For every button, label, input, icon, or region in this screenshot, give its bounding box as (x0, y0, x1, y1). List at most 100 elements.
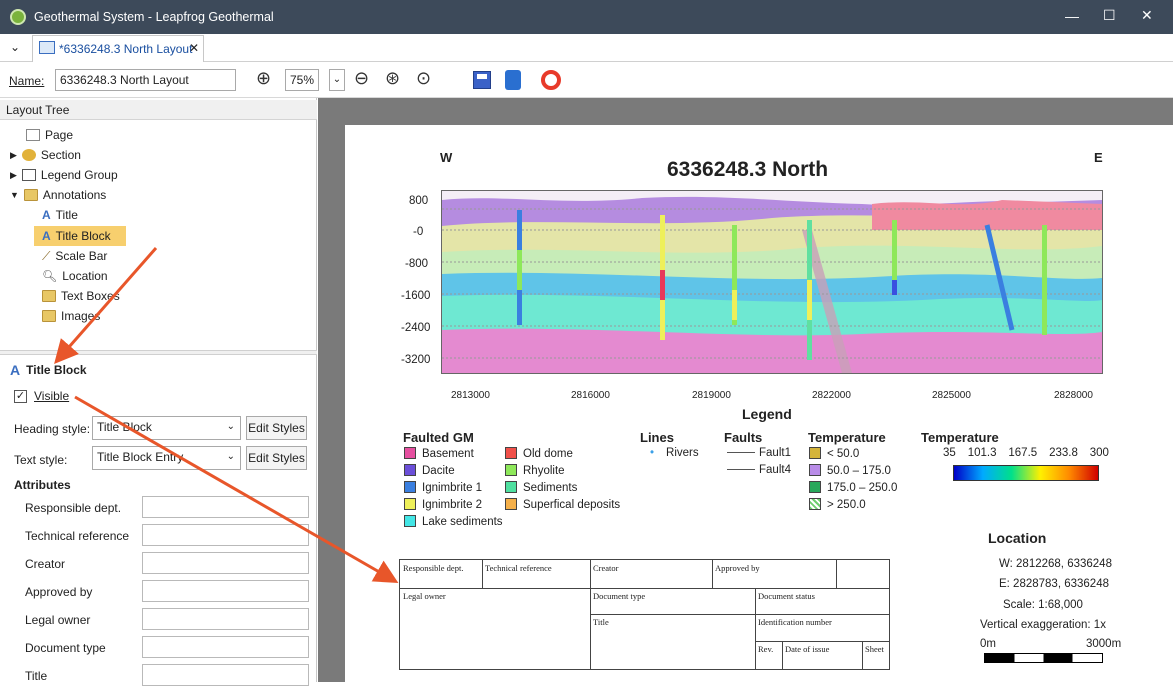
y-tick: -0 (413, 226, 424, 238)
legend-icon (21, 169, 36, 181)
tab-layout[interactable]: *6336248.3 North Layout ✕ (32, 35, 204, 62)
text-style-label: Text style: (14, 453, 68, 467)
layout-icon (39, 41, 55, 54)
close-window-icon[interactable]: ✕ (1141, 7, 1153, 24)
attr-input-approved[interactable] (142, 580, 309, 602)
tree-item-page[interactable]: Page (26, 125, 73, 145)
x-tick: 2822000 (812, 390, 851, 401)
y-tick: -800 (405, 258, 429, 270)
attr-input-creator[interactable] (142, 552, 309, 574)
tb-document-status: Document status (758, 591, 815, 601)
tree-item-title[interactable]: A Title (42, 205, 78, 225)
layout-tree-header: Layout Tree (0, 100, 317, 120)
tb-title: Title (593, 617, 609, 627)
attr-label-creator: Creator (25, 557, 66, 571)
minimize-icon[interactable]: — (1065, 8, 1079, 24)
tab-close-icon[interactable]: ✕ (189, 41, 199, 55)
temp-scale-title: Temperature (921, 430, 999, 445)
tree-item-section[interactable]: ▶ Section (10, 145, 81, 165)
attr-input-legal-owner[interactable] (142, 608, 309, 630)
location-w: W: 2812268, 6336248 (999, 558, 1112, 570)
swatch (404, 447, 416, 459)
legend-item: Old dome (505, 447, 573, 460)
tree-item-text-boxes[interactable]: Text Boxes (42, 286, 120, 306)
legend-title: Legend (742, 406, 792, 422)
temp-scale-ticks: 35 101.3 167.5 233.8 300 (943, 447, 1109, 459)
export-icon[interactable] (505, 70, 521, 90)
chevron-down-icon: ⌄ (226, 421, 235, 432)
splitter[interactable] (0, 350, 317, 355)
attr-input-document-type[interactable] (142, 636, 309, 658)
title-block: Responsible dept. Technical reference Cr… (399, 559, 890, 670)
tb-rev: Rev. (758, 644, 774, 654)
expand-icon[interactable]: ▶ (10, 150, 17, 161)
props-title: A Title Block (10, 362, 87, 378)
fault-line-icon (727, 452, 755, 453)
attr-input-title[interactable] (142, 664, 309, 686)
name-label: Name: (9, 74, 45, 88)
tree-item-legend-group[interactable]: ▶ Legend Group (10, 165, 118, 185)
zoom-fit-icon[interactable]: ⊙ (416, 68, 431, 89)
maximize-icon[interactable]: ☐ (1103, 7, 1116, 24)
zoom-select[interactable]: 75% (285, 69, 319, 91)
swatch (404, 515, 416, 527)
y-tick: -2400 (401, 322, 431, 334)
app-logo-icon (10, 9, 26, 25)
legend-item: > 250.0 (809, 498, 866, 511)
zoom-dropdown-icon[interactable]: ⌄ (329, 69, 345, 91)
tb-date-issue: Date of issue (785, 644, 830, 654)
tree-item-images[interactable]: Images (42, 306, 100, 326)
swatch (505, 447, 517, 459)
text-style-select[interactable]: Title Block Entry ⌄ (92, 446, 241, 470)
save-icon[interactable] (473, 71, 491, 89)
tree-item-title-block[interactable]: A Title Block (42, 226, 111, 246)
attr-input-responsible[interactable] (142, 496, 309, 518)
location-title: Location (988, 530, 1047, 546)
attr-label-title: Title (25, 669, 48, 683)
collapse-icon[interactable]: ▼ (10, 190, 19, 200)
text-edit-styles-button[interactable]: Edit Styles (246, 446, 307, 470)
tb-document-type: Document type (593, 591, 646, 601)
help-icon[interactable] (541, 70, 561, 90)
legend-item: Ignimbrite 2 (404, 498, 482, 511)
temp-color-scale (953, 465, 1099, 481)
legend-item: Rhyolite (505, 464, 565, 477)
tree-item-annotations[interactable]: ▼ Annotations (10, 185, 106, 205)
attributes-header: Attributes (14, 478, 71, 492)
zoom-out-icon[interactable]: ⊖ (354, 68, 369, 89)
x-tick: 2819000 (692, 390, 731, 401)
tree-item-scale-bar[interactable]: ⟋ Scale Bar (42, 246, 107, 266)
swatch (505, 481, 517, 493)
fault-line-icon (727, 469, 755, 470)
attr-input-technical[interactable] (142, 524, 309, 546)
legend-item: Dacite (404, 464, 455, 477)
expand-icon[interactable]: ▶ (10, 170, 17, 181)
faults-title: Faults (724, 430, 763, 445)
scale-bar-start: 0m (980, 638, 996, 650)
tb-legal-owner: Legal owner (403, 591, 446, 601)
heading-edit-styles-button[interactable]: Edit Styles (246, 416, 307, 440)
swatch (809, 498, 821, 510)
location-e: E: 2828783, 6336248 (999, 578, 1109, 590)
legend-item-rivers: • Rivers (650, 447, 699, 459)
attr-label-technical: Technical reference (25, 529, 130, 543)
layout-name-input[interactable]: 6336248.3 North Layout (55, 69, 236, 91)
page-icon (26, 129, 40, 141)
west-label: W (440, 150, 453, 165)
text-icon: A (42, 229, 51, 243)
swatch (809, 464, 821, 476)
zoom-actual-icon[interactable]: ⊛ (385, 68, 400, 89)
folder-icon (42, 310, 56, 322)
zoom-in-icon[interactable]: ⊕ (256, 68, 271, 89)
tab-list-chevron-icon[interactable]: ⌄ (10, 40, 20, 54)
heading-style-select[interactable]: Title Block ⌄ (92, 416, 241, 440)
tb-sheet: Sheet (865, 644, 884, 654)
attr-label-responsible: Responsible dept. (25, 501, 122, 515)
tree-item-location[interactable]: 🔍︎ Location (42, 266, 108, 286)
folder-icon (23, 189, 38, 201)
scale-bar (984, 653, 1103, 663)
tb-responsible: Responsible dept. (403, 563, 464, 573)
visible-label: Visible (34, 389, 70, 403)
attr-label-approved: Approved by (25, 585, 93, 599)
visible-checkbox[interactable]: ✓ (14, 390, 27, 403)
